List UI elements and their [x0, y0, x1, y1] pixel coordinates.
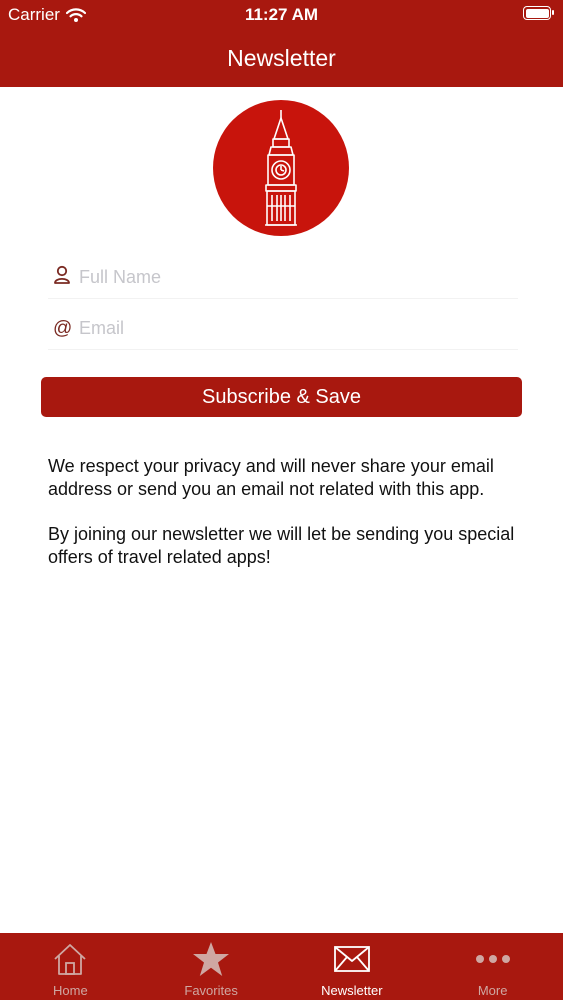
offers-paragraph: By joining our newsletter we will let be…	[48, 524, 515, 567]
full-name-field	[48, 258, 518, 299]
big-ben-icon	[265, 110, 297, 226]
tab-home[interactable]: Home	[0, 933, 141, 1000]
full-name-input[interactable]	[79, 262, 499, 292]
status-time: 11:27 AM	[244, 5, 319, 24]
privacy-text: We respect your privacy and will never s…	[48, 455, 528, 591]
status-bar: Carrier 11:27 AM	[0, 0, 563, 30]
tab-label: Favorites	[184, 983, 238, 998]
tab-label: Home	[53, 983, 88, 998]
tab-bar: Home Favorites Newsletter More	[0, 933, 563, 1000]
more-icon	[475, 940, 511, 978]
subscribe-button[interactable]: Subscribe & Save	[41, 377, 522, 417]
tab-label: Newsletter	[321, 983, 383, 998]
subscribe-button-label: Subscribe & Save	[202, 385, 361, 408]
tab-label: More	[477, 983, 508, 998]
navigation-bar: Newsletter	[0, 30, 563, 87]
app-logo	[213, 100, 349, 236]
star-icon	[192, 940, 230, 978]
at-sign-icon: @	[53, 318, 73, 339]
email-field: @	[48, 309, 518, 350]
tab-favorites[interactable]: Favorites	[141, 933, 282, 1000]
person-icon	[53, 265, 73, 287]
privacy-paragraph: We respect your privacy and will never s…	[48, 456, 494, 499]
email-input[interactable]	[79, 313, 499, 343]
tab-more[interactable]: More	[422, 933, 563, 1000]
tab-newsletter[interactable]: Newsletter	[282, 933, 423, 1000]
home-icon	[52, 940, 88, 978]
battery-icon	[523, 6, 554, 20]
envelope-icon	[333, 940, 370, 978]
page-title: Newsletter	[227, 45, 336, 71]
